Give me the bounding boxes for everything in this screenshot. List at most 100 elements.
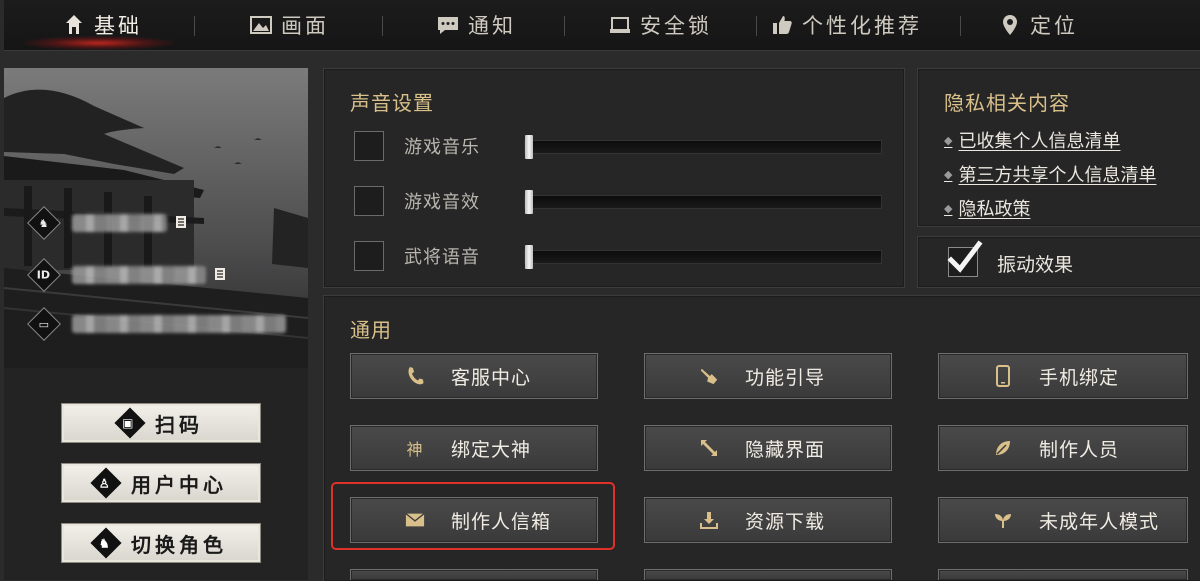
collected-info-list-link[interactable]: ◆ 已收集个人信息清单: [944, 127, 1120, 153]
tab-label: 定位: [1030, 14, 1078, 38]
privacy-title: 隐私相关内容: [944, 91, 1070, 115]
feature-guide-button[interactable]: 功能引导: [644, 353, 892, 399]
copy-icon[interactable]: [214, 267, 228, 283]
general-button-partial[interactable]: [644, 569, 892, 580]
location-pin-icon: [998, 13, 1022, 37]
sound-settings-title: 声音设置: [350, 91, 434, 115]
volume-label: 武将语音: [404, 247, 480, 268]
monitor-badge-icon: ▭: [27, 307, 61, 341]
tab-separator: [960, 16, 961, 36]
pointing-hand-icon: [699, 366, 719, 386]
bullet-icon: ◆: [944, 201, 953, 215]
server-row: ▭: [27, 307, 286, 341]
player-id-row: ID: [27, 258, 228, 292]
sfx-volume-slider[interactable]: [524, 190, 882, 214]
music-volume-slider[interactable]: [524, 135, 882, 159]
tab-notification[interactable]: 通知: [436, 0, 516, 50]
bullet-icon: ◆: [944, 167, 953, 181]
third-party-sharing-list-link[interactable]: ◆ 第三方共享个人信息清单: [944, 161, 1156, 187]
link-label: 已收集个人信息清单: [958, 131, 1121, 152]
tab-separator: [564, 16, 565, 36]
user-icon: ♙: [90, 467, 122, 499]
bullet-icon: ◆: [944, 133, 953, 147]
avatar-badge-icon: ♞: [27, 206, 61, 240]
hide-interface-button[interactable]: 隐藏界面: [644, 425, 892, 471]
tab-label: 画面: [281, 14, 329, 38]
scan-button-label: 扫码: [155, 412, 203, 437]
server-name-redacted: [72, 315, 286, 333]
music-mute-checkbox[interactable]: [354, 131, 384, 161]
button-label: 手机绑定: [1039, 366, 1120, 389]
general-button-partial[interactable]: [938, 569, 1188, 580]
vibration-label: 振动效果: [997, 254, 1074, 276]
button-label: 客服中心: [451, 366, 532, 389]
tab-label: 个性化推荐: [802, 14, 922, 38]
tab-personalized-recommendation[interactable]: 个性化推荐: [770, 0, 922, 50]
id-badge-icon: ID: [27, 258, 61, 292]
voice-volume-slider[interactable]: [524, 245, 882, 269]
volume-row-voice: 武将语音: [354, 239, 882, 273]
customer-service-button[interactable]: 客服中心: [350, 353, 598, 399]
lock-icon: [608, 13, 632, 37]
tab-label: 基础: [94, 14, 142, 38]
leaf-icon: [993, 438, 1013, 458]
button-label: 制作人员: [1039, 438, 1120, 461]
copy-icon[interactable]: [175, 215, 189, 231]
bind-dashen-button[interactable]: 神 绑定大神: [350, 425, 598, 471]
highlight-box: [331, 482, 615, 550]
switch-role-button[interactable]: ♞ 切换角色: [61, 523, 261, 563]
link-label: 第三方共享个人信息清单: [958, 165, 1157, 186]
button-label: 隐藏界面: [745, 438, 826, 461]
link-label: 隐私政策: [958, 199, 1031, 220]
minor-mode-button[interactable]: 未成年人模式: [938, 497, 1188, 543]
credits-button[interactable]: 制作人员: [938, 425, 1188, 471]
resource-download-button[interactable]: 资源下载: [644, 497, 892, 543]
slider-thumb[interactable]: [525, 245, 533, 269]
volume-row-music: 游戏音乐: [354, 129, 882, 163]
phone-binding-button[interactable]: 手机绑定: [938, 353, 1188, 399]
sprout-icon: [993, 510, 1013, 530]
top-tab-bar: 基础 画面 通知 安全锁 个性化推荐 定位: [4, 0, 1200, 51]
scan-icon: ▣: [114, 407, 146, 439]
scan-button[interactable]: ▣ 扫码: [61, 403, 261, 443]
tab-label: 安全锁: [640, 14, 712, 38]
god-char-icon: 神: [406, 440, 424, 459]
tab-location[interactable]: 定位: [998, 0, 1078, 50]
vibration-checkbox[interactable]: [947, 240, 983, 277]
switch-role-button-label: 切换角色: [131, 532, 227, 557]
sound-settings-panel: 声音设置 游戏音乐 游戏音效 武将语音: [323, 68, 905, 288]
user-center-button-label: 用户中心: [131, 472, 227, 497]
button-label: 资源下载: [745, 510, 826, 533]
player-id-redacted: [72, 266, 206, 284]
volume-label: 游戏音效: [404, 192, 480, 213]
home-icon: [62, 13, 86, 37]
button-label: 绑定大神: [451, 438, 532, 461]
thumbs-up-icon: [770, 13, 794, 37]
user-center-button[interactable]: ♙ 用户中心: [61, 463, 261, 503]
volume-row-sfx: 游戏音效: [354, 184, 882, 218]
switch-role-icon: ♞: [90, 527, 122, 559]
tab-separator: [756, 16, 757, 36]
tab-basic[interactable]: 基础: [62, 0, 142, 50]
slider-thumb[interactable]: [525, 190, 533, 214]
sfx-mute-checkbox[interactable]: [354, 186, 384, 216]
player-name-redacted: [72, 214, 167, 232]
chat-icon: [436, 13, 460, 37]
vibration-panel: 振动效果: [917, 236, 1200, 288]
privacy-panel: 隐私相关内容 ◆ 已收集个人信息清单 ◆ 第三方共享个人信息清单 ◆ 隐私政策: [917, 68, 1200, 227]
general-button-partial[interactable]: [350, 569, 598, 580]
picture-icon: [249, 13, 273, 37]
mobile-phone-icon: [993, 365, 1013, 387]
button-label: 功能引导: [745, 366, 826, 389]
voice-mute-checkbox[interactable]: [354, 241, 384, 271]
download-icon: [699, 510, 719, 530]
profile-panel: ♞ ID ▭ ▣ 扫码 ♙ 用户中心 ♞ 切换角色: [4, 68, 308, 580]
player-name-row: ♞: [27, 206, 189, 240]
phone-icon: [405, 366, 425, 386]
privacy-policy-link[interactable]: ◆ 隐私政策: [944, 195, 1030, 221]
tab-display[interactable]: 画面: [249, 0, 329, 50]
tab-security-lock[interactable]: 安全锁: [608, 0, 712, 50]
tab-label: 通知: [468, 14, 516, 38]
slider-thumb[interactable]: [525, 135, 533, 159]
checkmark-icon: [947, 240, 983, 273]
